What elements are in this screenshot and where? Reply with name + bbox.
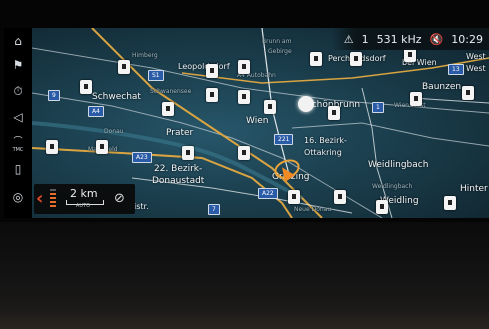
scale-mode: AUTO xyxy=(76,203,91,209)
poi-marker[interactable] xyxy=(118,60,130,74)
poi-marker[interactable] xyxy=(80,80,92,94)
label-prater: Prater xyxy=(166,128,194,138)
poi-marker[interactable] xyxy=(350,52,362,66)
road-shield-13: 13 xyxy=(448,64,464,75)
zoom-level-bars xyxy=(50,189,56,209)
map-cursor[interactable] xyxy=(298,96,314,112)
poi-marker[interactable] xyxy=(238,146,250,160)
poi-marker[interactable] xyxy=(264,100,276,114)
label-schwechat: Schwechat xyxy=(92,92,141,102)
road-shield-7: 7 xyxy=(208,204,220,215)
label-bezirk22-line1: 22. Bezirk- xyxy=(154,164,203,174)
poi-marker[interactable] xyxy=(288,190,300,204)
poi-marker[interactable] xyxy=(328,106,340,120)
label-west-2: West xyxy=(466,64,486,73)
sidebar-item-map[interactable]: ▯ xyxy=(4,158,32,180)
poi-marker[interactable] xyxy=(310,52,322,66)
poi-marker[interactable] xyxy=(96,140,108,154)
poi-marker[interactable] xyxy=(238,90,250,104)
label-wien: Wien xyxy=(246,116,269,126)
warning-count: 1 xyxy=(361,32,369,46)
navigation-screen: Brunn am Gebirge Perchtoldsdorf Leopolds… xyxy=(4,28,489,218)
road-shield-9: 9 xyxy=(48,90,60,101)
map-icon: ▯ xyxy=(14,162,22,176)
destination-flag-icon: ⚑ xyxy=(12,58,24,72)
volume-icon: ◁ xyxy=(13,110,23,124)
road-shield-a4: A4 xyxy=(88,106,104,117)
label-brunn: Brunn am xyxy=(262,38,292,45)
road-shield-s1: S1 xyxy=(148,70,164,81)
poi-marker[interactable] xyxy=(404,48,416,62)
poi-marker[interactable] xyxy=(206,88,218,102)
label-istr: istr. xyxy=(134,202,149,211)
map-orientation-icon[interactable]: ⊘ xyxy=(114,191,125,206)
poi-marker[interactable] xyxy=(162,102,174,116)
label-west-1: West xyxy=(466,52,486,61)
sidebar-item-timer[interactable]: ⏱ xyxy=(4,80,32,102)
poi-marker[interactable] xyxy=(376,200,388,214)
label-bezirk16-line2: Ottakring xyxy=(304,148,342,157)
compass-icon: ◎ xyxy=(12,190,24,204)
label-leopoldsdorf: Leopoldsdorf xyxy=(178,62,230,71)
poi-marker[interactable] xyxy=(206,64,218,78)
chevron-left-icon[interactable]: ‹ xyxy=(36,190,43,208)
status-bar: ⚠ 1 531 kHz 🔇 10:29 xyxy=(331,28,489,50)
home-icon: ⌂ xyxy=(14,34,22,48)
poi-marker[interactable] xyxy=(410,92,422,106)
dashboard-reflection xyxy=(0,222,489,329)
label-bezirk22-line2: Donaustadt xyxy=(152,176,205,186)
sidebar: ⌂ ⚑ ⏱ ◁ ⌒ TMC ▯ ◎ xyxy=(4,28,32,218)
label-neue-donau: Neue Donau xyxy=(294,206,332,213)
poi-marker[interactable] xyxy=(444,196,456,210)
speaker-muted-icon[interactable]: 🔇 xyxy=(430,33,444,46)
clock-time: 10:29 xyxy=(451,32,483,46)
sidebar-item-volume[interactable]: ◁ xyxy=(4,106,32,128)
road-shield-1: 1 xyxy=(372,102,384,113)
tmc-label: TMC xyxy=(12,146,24,153)
label-baunzen: Baunzen xyxy=(422,82,462,92)
poi-marker[interactable] xyxy=(46,140,58,154)
poi-marker[interactable] xyxy=(334,190,346,204)
poi-marker[interactable] xyxy=(462,86,474,100)
poi-marker[interactable] xyxy=(182,146,194,160)
tmc-traffic-icon: ⌒ xyxy=(13,136,23,147)
label-gebirge: Gebirge xyxy=(268,48,292,55)
road-shield-a22: A22 xyxy=(258,188,278,199)
sidebar-item-home[interactable]: ⌂ xyxy=(4,30,32,52)
label-schwanensee: Schwanensee xyxy=(150,88,192,95)
map-scale-widget[interactable]: ‹ 2 km AUTO ⊘ xyxy=(34,184,135,214)
timer-icon: ⏱ xyxy=(13,83,23,98)
road-shield-221: 221 xyxy=(274,134,294,145)
warning-triangle-icon[interactable]: ⚠ xyxy=(344,33,354,46)
label-donau: Donau xyxy=(104,128,124,135)
label-weidlingbach: Weidlingbach xyxy=(368,160,429,170)
poi-marker[interactable] xyxy=(238,60,250,74)
sidebar-item-compass[interactable]: ◎ xyxy=(4,186,32,208)
radio-frequency[interactable]: 531 kHz xyxy=(377,33,422,46)
label-bezirk16-line1: 16. Bezirk- xyxy=(304,136,347,145)
label-hinter: Hinter xyxy=(460,184,488,194)
label-weidlingbach-small: Weidlingbach xyxy=(372,183,413,190)
sidebar-item-destination[interactable]: ⚑ xyxy=(4,54,32,76)
road-shield-a23: A23 xyxy=(132,152,152,163)
scale-distance: 2 km xyxy=(70,187,98,200)
label-himberg: Himberg xyxy=(132,52,158,59)
sidebar-item-tmc[interactable]: ⌒ TMC xyxy=(4,132,32,154)
